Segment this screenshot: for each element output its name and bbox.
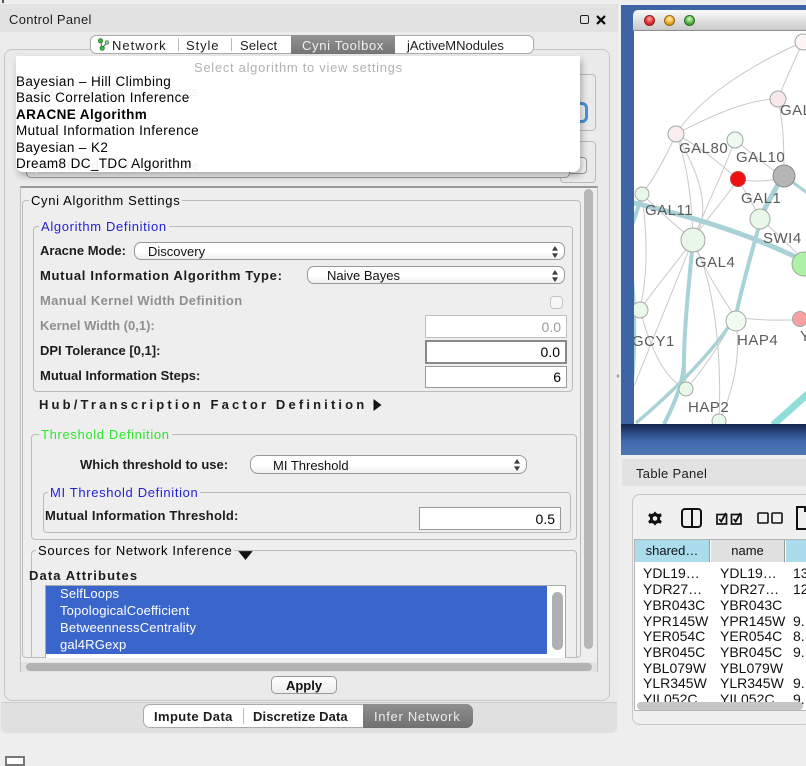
svg-text:GAL1: GAL1 xyxy=(741,190,781,207)
svg-text:HAP4: HAP4 xyxy=(737,332,778,349)
svg-text:GAL11: GAL11 xyxy=(645,202,693,219)
svg-text:GAL: GAL xyxy=(780,102,806,119)
svg-text:GAL10: GAL10 xyxy=(736,149,785,166)
svg-text:Y: Y xyxy=(800,328,806,345)
svg-text:GAL4: GAL4 xyxy=(695,254,735,271)
svg-text:GAL80: GAL80 xyxy=(679,140,728,157)
svg-text:GCY1: GCY1 xyxy=(634,333,675,350)
svg-text:SWI4: SWI4 xyxy=(763,230,802,247)
svg-text:HAP2: HAP2 xyxy=(688,399,729,416)
